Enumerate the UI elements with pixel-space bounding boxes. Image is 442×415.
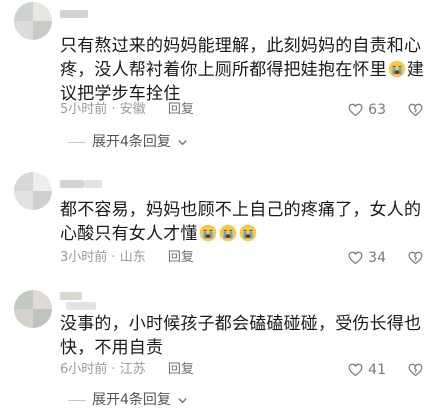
separator: · [111,250,116,265]
separator: · [111,102,116,117]
username-blurred[interactable] [60,180,84,188]
comment-meta: 5小时前 · 安徽 回复 [60,102,194,118]
chevron-down-icon [177,395,188,406]
reply-button[interactable]: 回复 [168,250,194,265]
comment-item: 没事的，小时候孩子都会磕磕碰碰，受伤长得也快，不用自责 6小时前 · 江苏 回复… [0,284,442,415]
timestamp: 6小时前 [60,362,108,377]
username-blurred[interactable] [60,10,88,18]
crying-face-icon [239,224,257,242]
broken-heart-icon[interactable] [407,361,424,378]
comment-text: 都不容易，妈妈也顾不上自己的疼痛了，女人的心酸只有女人才懂 [60,200,422,244]
broken-heart-icon[interactable] [407,101,424,118]
comment-item: 都不容易，妈妈也顾不上自己的疼痛了，女人的心酸只有女人才懂 3小时前 · 山东 … [0,168,442,278]
username-blurred [84,180,102,188]
like-button[interactable]: 34 [347,249,386,266]
divider [68,399,86,401]
crying-face-icon [199,224,217,242]
location: 安徽 [119,102,146,117]
reply-button[interactable]: 回复 [168,362,194,377]
expand-replies-button[interactable]: 展开4条回复 [68,134,188,150]
like-count: 34 [368,249,386,266]
location: 江苏 [119,362,146,377]
crying-face-icon [388,60,406,78]
comment-meta: 3小时前 · 山东 回复 [60,250,194,266]
chevron-down-icon [177,137,188,148]
comment-text: 只有熬过来的妈妈能理解，此刻妈妈的自责和心疼，没人帮衬着你上厕所都得把娃抱在怀里… [60,36,425,104]
expand-replies-label: 展开4条回复 [92,392,171,408]
username-blurred [66,302,96,310]
crying-face-icon [219,224,237,242]
like-count: 41 [368,361,386,378]
broken-heart-icon[interactable] [407,249,424,266]
separator: · [111,362,116,377]
timestamp: 5小时前 [60,102,108,117]
divider [68,141,86,143]
avatar[interactable] [14,290,52,328]
location: 山东 [119,250,146,265]
avatar[interactable] [14,172,52,210]
like-count: 63 [368,101,386,118]
expand-replies-label: 展开4条回复 [92,134,171,150]
like-button[interactable]: 63 [347,101,386,118]
avatar[interactable] [14,2,52,40]
username-blurred[interactable] [60,292,82,300]
heart-icon [347,249,364,266]
reply-button[interactable]: 回复 [168,102,194,117]
timestamp: 3小时前 [60,250,108,265]
comment-text: 没事的，小时候孩子都会磕磕碰碰，受伤长得也快，不用自责 [60,314,422,358]
heart-icon [347,101,364,118]
heart-icon [347,361,364,378]
expand-replies-button[interactable]: 展开4条回复 [68,392,188,408]
comment-meta: 6小时前 · 江苏 回复 [60,362,194,378]
comment-item: 只有熬过来的妈妈能理解，此刻妈妈的自责和心疼，没人帮衬着你上厕所都得把娃抱在怀里… [0,0,442,152]
like-button[interactable]: 41 [347,361,386,378]
